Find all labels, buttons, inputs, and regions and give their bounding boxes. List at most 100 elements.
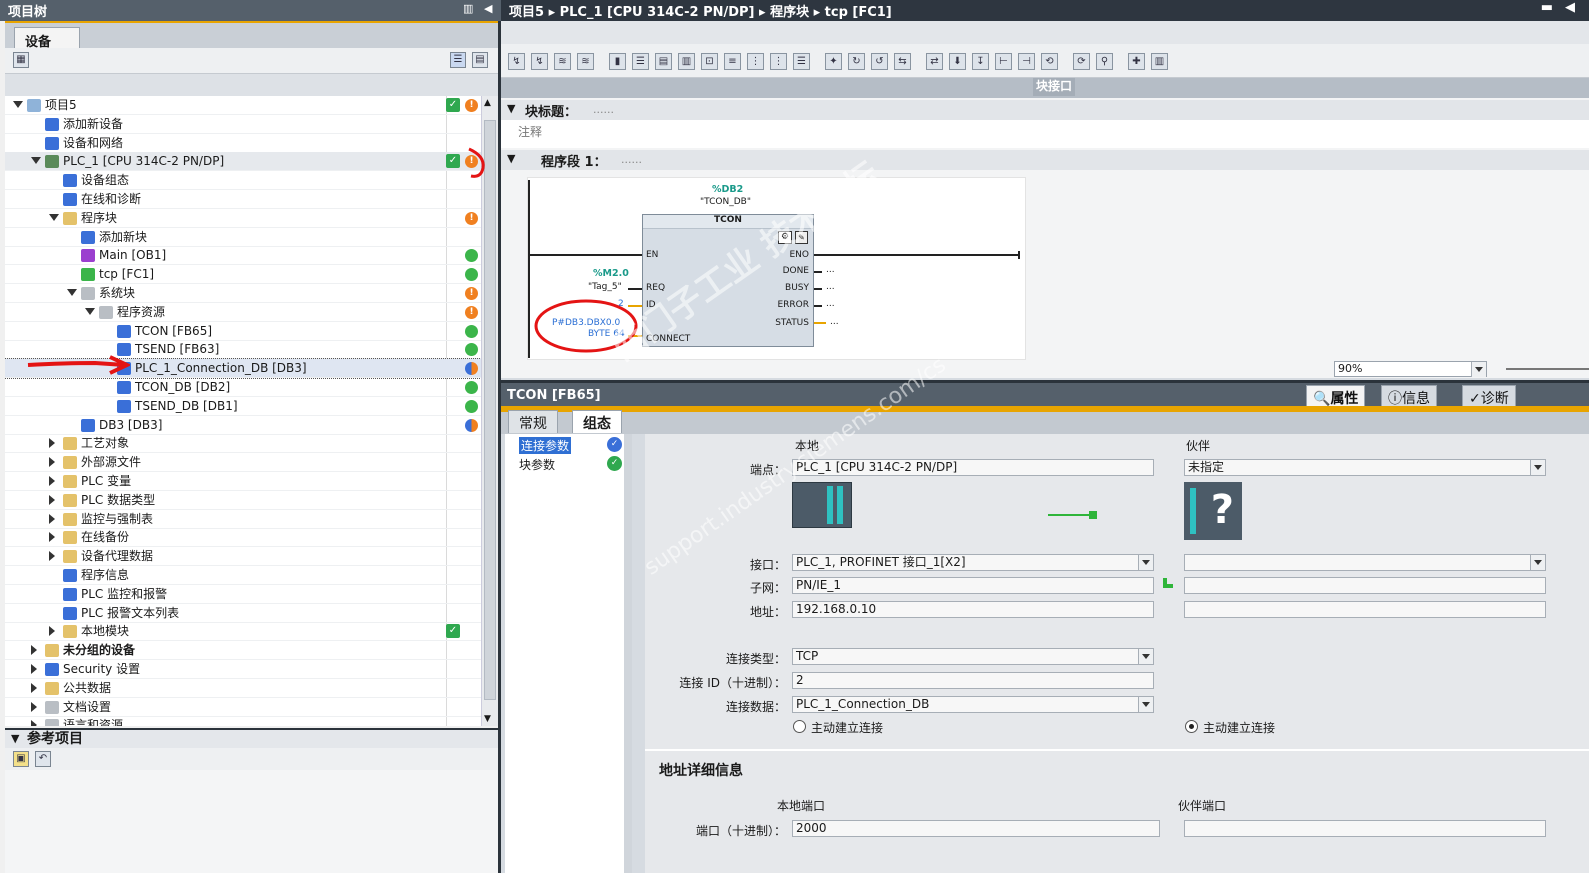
chevron-down-icon[interactable] bbox=[1138, 697, 1153, 712]
tree-item[interactable]: 监控与强制表 bbox=[5, 510, 481, 529]
chevron-down-icon[interactable] bbox=[1471, 362, 1486, 377]
pin-req[interactable]: REQ bbox=[646, 283, 665, 293]
tree-item[interactable]: 本地模块 ✓ bbox=[5, 622, 481, 641]
pin-id[interactable]: ID bbox=[646, 300, 656, 310]
nav-splitter[interactable] bbox=[624, 434, 632, 873]
chevron-down-icon[interactable] bbox=[1530, 460, 1545, 475]
partner-address-field[interactable] bbox=[1184, 601, 1546, 618]
subtab-configuration[interactable]: 组态 bbox=[572, 410, 622, 433]
partner-port-field[interactable] bbox=[1184, 820, 1546, 837]
pin-eno[interactable]: ENO bbox=[789, 250, 809, 260]
comment-row[interactable]: 注释 bbox=[501, 120, 1589, 148]
req-operand-address[interactable]: %M2.0 bbox=[593, 268, 629, 279]
close-icon[interactable]: ◀ bbox=[1565, 0, 1575, 15]
swap2-icon[interactable]: ⇄ bbox=[926, 53, 943, 70]
partner-subnet-field[interactable] bbox=[1184, 577, 1546, 594]
add-icon[interactable]: ✚ bbox=[1128, 53, 1145, 70]
connection-data-select[interactable]: PLC_1_Connection_DB bbox=[792, 696, 1154, 713]
tree-item[interactable]: 程序块! bbox=[5, 209, 481, 228]
pin-done[interactable]: DONE bbox=[783, 266, 809, 276]
collapse-left-icon[interactable]: ◀ bbox=[484, 2, 492, 15]
tree-item[interactable]: TSEND_DB [DB1] bbox=[5, 397, 481, 416]
connection-id-field[interactable]: 2 bbox=[792, 672, 1154, 689]
connection-type-select[interactable]: TCP bbox=[792, 648, 1154, 665]
expand-closed-icon[interactable] bbox=[31, 683, 37, 693]
expand-closed-icon[interactable] bbox=[31, 645, 37, 655]
partner-endpoint-select[interactable]: 未指定 bbox=[1184, 459, 1546, 476]
nav-block-params[interactable]: 块参数 bbox=[519, 456, 555, 473]
block-title-row[interactable]: ▼ 块标题： ...... bbox=[501, 100, 1589, 120]
tree-item[interactable]: Main [OB1] bbox=[5, 246, 481, 265]
pin-busy[interactable]: BUSY bbox=[785, 283, 809, 293]
pin-status[interactable]: STATUS bbox=[775, 318, 809, 328]
tree-item[interactable]: PLC 报警文本列表 bbox=[5, 604, 481, 623]
instance-db-symbol[interactable]: "TCON_DB" bbox=[700, 197, 751, 207]
expand-closed-icon[interactable] bbox=[49, 476, 55, 486]
tree-item[interactable]: Security 设置 bbox=[5, 660, 481, 679]
scroll-up-icon[interactable]: ▲ bbox=[484, 98, 491, 108]
block-title-value[interactable]: ...... bbox=[593, 103, 614, 116]
partner-interface-select[interactable] bbox=[1184, 554, 1546, 571]
tree-item[interactable]: PLC 监控和报警 bbox=[5, 585, 481, 604]
close-reference-icon[interactable]: ↶ bbox=[35, 751, 51, 767]
list-icon[interactable]: ☰ bbox=[632, 53, 649, 70]
expand-closed-icon[interactable] bbox=[49, 495, 55, 505]
star-icon[interactable]: ✦ bbox=[825, 53, 842, 70]
chevron-down-icon[interactable]: ▼ bbox=[11, 730, 19, 748]
expand-closed-icon[interactable] bbox=[49, 514, 55, 524]
nav-connection-params[interactable]: 连接参数 bbox=[519, 437, 572, 454]
swap-icon[interactable]: ⇆ bbox=[894, 53, 911, 70]
rotate-left-icon[interactable]: ⟲ bbox=[1041, 53, 1058, 70]
tree-item[interactable]: 系统块! bbox=[5, 284, 481, 303]
pin-icon[interactable]: ▥ bbox=[463, 2, 473, 15]
expand-closed-icon[interactable] bbox=[31, 664, 37, 674]
delete-network-icon[interactable]: ↯ bbox=[531, 53, 548, 70]
expand-closed-icon[interactable] bbox=[49, 438, 55, 448]
undo-icon[interactable]: ↺ bbox=[871, 53, 888, 70]
tree-item[interactable]: 公共数据 bbox=[5, 679, 481, 698]
block-interface-label[interactable]: 块接口 bbox=[1033, 78, 1075, 96]
pin-error[interactable]: ERROR bbox=[777, 300, 809, 310]
tree-item[interactable]: 语言和资源 bbox=[5, 716, 481, 726]
detail-view-icon[interactable]: ☰ bbox=[450, 52, 466, 68]
open-reference-icon[interactable]: ▣ bbox=[13, 751, 29, 767]
tree-item[interactable]: TCON [FB65] bbox=[5, 322, 481, 341]
download-icon[interactable]: ⬇ bbox=[949, 53, 966, 70]
busy-operand[interactable]: ... bbox=[826, 282, 835, 292]
abs-op-icon[interactable]: ▮ bbox=[609, 53, 626, 70]
tree-scrollbar[interactable]: ▲ ▼ bbox=[481, 96, 498, 726]
tab-diagnostics[interactable]: ✓诊断 bbox=[1462, 385, 1516, 407]
tree-item[interactable]: 文档设置 bbox=[5, 698, 481, 717]
local-port-field[interactable]: 2000 bbox=[792, 820, 1160, 837]
diagnostic-icon[interactable]: ✎ bbox=[795, 231, 808, 244]
box2-icon[interactable]: ▥ bbox=[678, 53, 695, 70]
rotate-right-icon[interactable]: ⟳ bbox=[1073, 53, 1090, 70]
network-title-value[interactable]: ...... bbox=[621, 153, 642, 166]
local-endpoint-field[interactable]: PLC_1 [CPU 314C-2 PN/DP] bbox=[792, 459, 1154, 476]
tree-item[interactable]: 添加新块 bbox=[5, 228, 481, 247]
chevron-down-icon[interactable]: ▼ bbox=[507, 102, 515, 115]
expand-open-icon[interactable] bbox=[13, 101, 23, 108]
expand-closed-icon[interactable] bbox=[31, 720, 37, 726]
tree-item[interactable]: TCON_DB [DB2] bbox=[5, 378, 481, 397]
tab-info[interactable]: ⓘ信息 bbox=[1381, 385, 1437, 407]
tree-item[interactable]: 设备组态 bbox=[5, 171, 481, 190]
local-subnet-field[interactable]: PN/IE_1 bbox=[792, 577, 1154, 594]
expand-open-icon[interactable] bbox=[85, 308, 95, 315]
monitor-icon[interactable]: ⚲ bbox=[1096, 53, 1113, 70]
config-icon[interactable]: ⚙ bbox=[778, 231, 792, 244]
minimize-icon[interactable]: ▬ bbox=[1541, 0, 1553, 15]
scroll-thumb[interactable] bbox=[484, 120, 496, 700]
subtab-general[interactable]: 常规 bbox=[508, 410, 558, 433]
expand-closed-icon[interactable] bbox=[49, 626, 55, 636]
chevron-down-icon[interactable] bbox=[1530, 555, 1545, 570]
chevron-down-icon[interactable]: ▼ bbox=[507, 152, 515, 165]
reference-projects-header[interactable]: ▼ 参考项目 bbox=[5, 728, 498, 748]
status-operand[interactable]: ... bbox=[830, 317, 839, 327]
expand-closed-icon[interactable] bbox=[49, 532, 55, 542]
tree-item[interactable]: 添加新设备 bbox=[5, 115, 481, 134]
list2-icon[interactable]: ☰ bbox=[793, 53, 810, 70]
more-icon[interactable]: ⋮ bbox=[747, 53, 764, 70]
tree-item[interactable]: 设备代理数据 bbox=[5, 547, 481, 566]
comment-icon[interactable]: ⊡ bbox=[701, 53, 718, 70]
